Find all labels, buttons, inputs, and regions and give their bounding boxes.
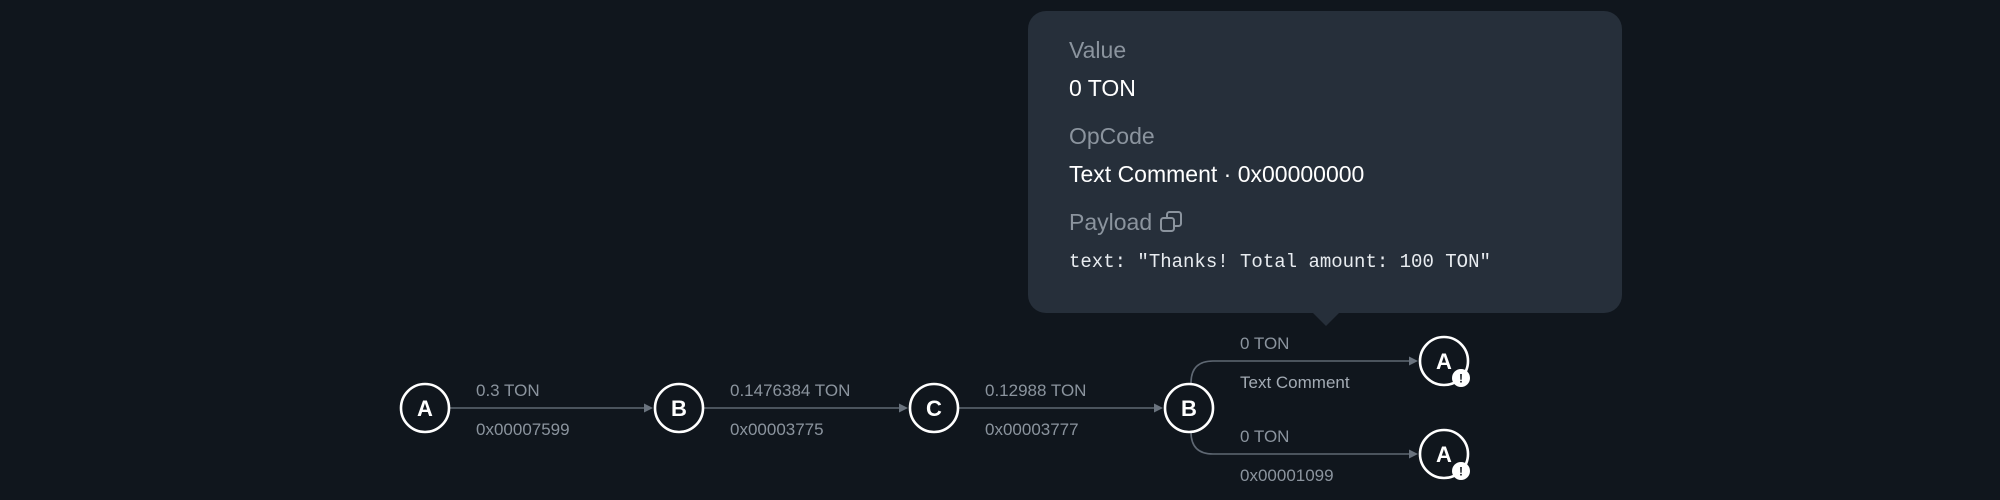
edge-value: 0 TON <box>1240 334 1289 353</box>
copy-icon[interactable] <box>1158 209 1184 235</box>
edge-line <box>1190 431 1410 455</box>
edge-opcode: 0x00003777 <box>985 420 1079 439</box>
edge-value: 0.12988 TON <box>985 381 1086 400</box>
account-node[interactable]: A! <box>1418 335 1470 387</box>
message-edge[interactable]: 0 TON Text Comment <box>1190 334 1418 392</box>
node-label: A <box>417 396 433 421</box>
message-edge[interactable]: 0.3 TON 0x00007599 <box>449 381 653 439</box>
warning-mark: ! <box>1459 372 1463 386</box>
warning-mark: ! <box>1459 465 1463 479</box>
account-node[interactable]: A <box>399 382 451 434</box>
message-edge[interactable]: 0.1476384 TON 0x00003775 <box>703 381 908 439</box>
edge-opcode: 0x00001099 <box>1240 466 1334 485</box>
edge-value: 0.3 TON <box>476 381 540 400</box>
payload-label: Payload <box>1069 209 1153 235</box>
warning-icon: ! <box>1452 369 1470 387</box>
node-label: B <box>671 396 687 421</box>
account-node[interactable]: B <box>653 382 705 434</box>
arrow-head-icon <box>899 403 908 413</box>
node-label: B <box>1181 396 1197 421</box>
arrow-head-icon <box>644 403 653 413</box>
payload-text: text: "Thanks! Total amount: 100 TON" <box>1069 251 1491 273</box>
edge-opcode: 0x00007599 <box>476 420 570 439</box>
node-label: A <box>1436 442 1452 467</box>
arrow-head-icon <box>1154 403 1163 413</box>
account-node[interactable]: A! <box>1418 428 1470 480</box>
node-label: C <box>926 396 942 421</box>
message-edge[interactable]: 0 TON 0x00001099 <box>1190 427 1418 485</box>
tooltip-pointer <box>1312 312 1340 326</box>
warning-icon: ! <box>1452 462 1470 480</box>
transaction-graph: 0.3 TON 0x00007599 0.1476384 TON 0x00003775… <box>399 334 1470 485</box>
payload-header: Payload <box>1069 207 1582 237</box>
account-node[interactable]: C <box>908 382 960 434</box>
opcode-value: Text Comment · 0x00000000 <box>1069 161 1365 187</box>
value-label: Value <box>1069 37 1127 63</box>
node-label: A <box>1436 349 1452 374</box>
opcode-label: OpCode <box>1069 123 1155 149</box>
arrow-head-icon <box>1409 449 1418 459</box>
edge-value: 0.1476384 TON <box>730 381 850 400</box>
message-tooltip: Value 0 TON OpCode Text Comment · 0x0000… <box>1028 11 1622 313</box>
value-amount: 0 TON <box>1069 75 1136 101</box>
account-node[interactable]: B <box>1163 382 1215 434</box>
edge-value: 0 TON <box>1240 427 1289 446</box>
arrow-head-icon <box>1409 356 1418 366</box>
message-edge[interactable]: 0.12988 TON 0x00003777 <box>958 381 1163 439</box>
edge-opcode: Text Comment <box>1240 373 1350 392</box>
edge-opcode: 0x00003775 <box>730 420 824 439</box>
